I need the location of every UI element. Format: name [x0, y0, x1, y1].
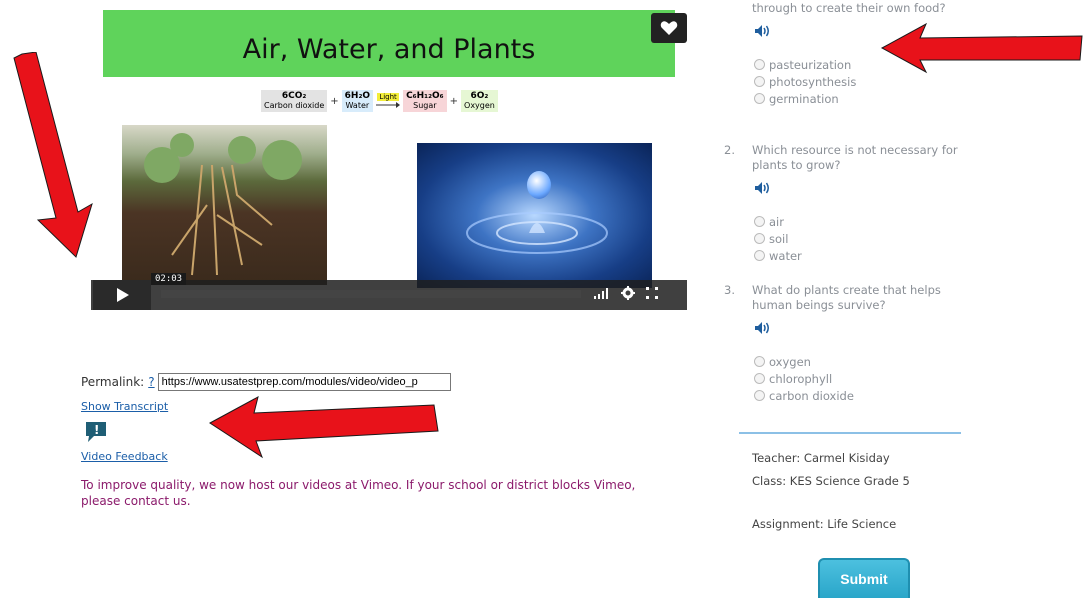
radio-button[interactable]: [754, 76, 765, 87]
video-progress-bar[interactable]: [161, 290, 581, 298]
answer-option[interactable]: oxygen: [754, 353, 974, 370]
eq-arrow: Light: [376, 93, 401, 109]
plant-roots-image: [122, 125, 327, 285]
permalink-label: Permalink:: [81, 375, 145, 389]
question-number: 2.: [724, 143, 735, 157]
red-arrow-annotation: [880, 22, 1083, 74]
video-controls[interactable]: 02:03: [91, 273, 687, 310]
answer-option[interactable]: water: [754, 247, 974, 264]
red-arrow-annotation: [209, 396, 439, 459]
photosynthesis-equation: 6CO₂ Carbon dioxide + 6H₂O Water Light C₆H…: [261, 86, 498, 116]
answer-option[interactable]: chlorophyll: [754, 370, 974, 387]
permalink-input[interactable]: [157, 373, 451, 391]
answer-option[interactable]: photosynthesis: [754, 73, 974, 90]
video-player[interactable]: Air, Water, and Plants 6CO₂ Carbon dioxid…: [91, 10, 687, 310]
answer-option[interactable]: soil: [754, 230, 974, 247]
question-3: 3. What do plants create that helps huma…: [724, 283, 974, 404]
svg-text:!: !: [94, 423, 99, 437]
video-title-banner: Air, Water, and Plants: [103, 10, 675, 77]
volume-icon[interactable]: [593, 286, 611, 300]
radio-button[interactable]: [754, 59, 765, 70]
answer-option[interactable]: air: [754, 213, 974, 230]
question-text: What is the process that plants go throu…: [752, 1, 946, 15]
fullscreen-icon[interactable]: [645, 286, 659, 300]
eq-sugar: C₆H₁₂O₆ Sugar: [403, 90, 447, 112]
speaker-icon[interactable]: [754, 321, 974, 337]
question-number: 3.: [724, 283, 735, 297]
show-transcript-link[interactable]: Show Transcript: [81, 400, 168, 413]
water-drop-image: [417, 143, 652, 288]
eq-o2: 6O₂ Oxygen: [461, 90, 498, 112]
red-arrow-annotation: [13, 52, 93, 258]
video-timecode: 02:03: [151, 273, 187, 285]
eq-plus: +: [330, 95, 339, 107]
video-control-icons: [593, 286, 659, 300]
divider: [739, 432, 961, 434]
eq-h2o: 6H₂O Water: [341, 90, 374, 112]
water-drop: [527, 171, 551, 199]
video-title: Air, Water, and Plants: [242, 34, 536, 65]
radio-button[interactable]: [754, 216, 765, 227]
assignment-name: Assignment: Life Science: [752, 517, 897, 531]
class-name: Class: KES Science Grade 5: [752, 474, 910, 488]
permalink-row: Permalink: ?: [81, 373, 451, 391]
feedback-icon[interactable]: !: [84, 420, 108, 444]
answer-option[interactable]: carbon dioxide: [754, 387, 974, 404]
radio-button[interactable]: [754, 390, 765, 401]
gear-icon[interactable]: [621, 286, 635, 300]
teacher-name: Teacher: Carmel Kisiday: [752, 451, 890, 465]
radio-button[interactable]: [754, 373, 765, 384]
question-text: What do plants create that helps human b…: [752, 283, 941, 312]
eq-plus: +: [449, 95, 459, 107]
submit-button[interactable]: Submit: [818, 558, 910, 598]
video-feedback-link[interactable]: Video Feedback: [81, 450, 168, 463]
like-button[interactable]: [651, 13, 687, 43]
play-icon: [117, 288, 129, 302]
play-button[interactable]: [93, 280, 151, 310]
vimeo-notice: To improve quality, we now host our vide…: [81, 478, 636, 508]
eq-co2: 6CO₂ Carbon dioxide: [261, 90, 328, 112]
answer-option[interactable]: germination: [754, 90, 974, 107]
speaker-icon[interactable]: [754, 181, 974, 197]
radio-button[interactable]: [754, 233, 765, 244]
question-2: 2. Which resource is not necessary for p…: [724, 143, 974, 283]
radio-button[interactable]: [754, 250, 765, 261]
radio-button[interactable]: [754, 356, 765, 367]
radio-button[interactable]: [754, 93, 765, 104]
question-text: Which resource is not necessary for plan…: [752, 143, 958, 172]
heart-icon: [660, 21, 678, 35]
permalink-help-link[interactable]: ?: [148, 375, 154, 389]
